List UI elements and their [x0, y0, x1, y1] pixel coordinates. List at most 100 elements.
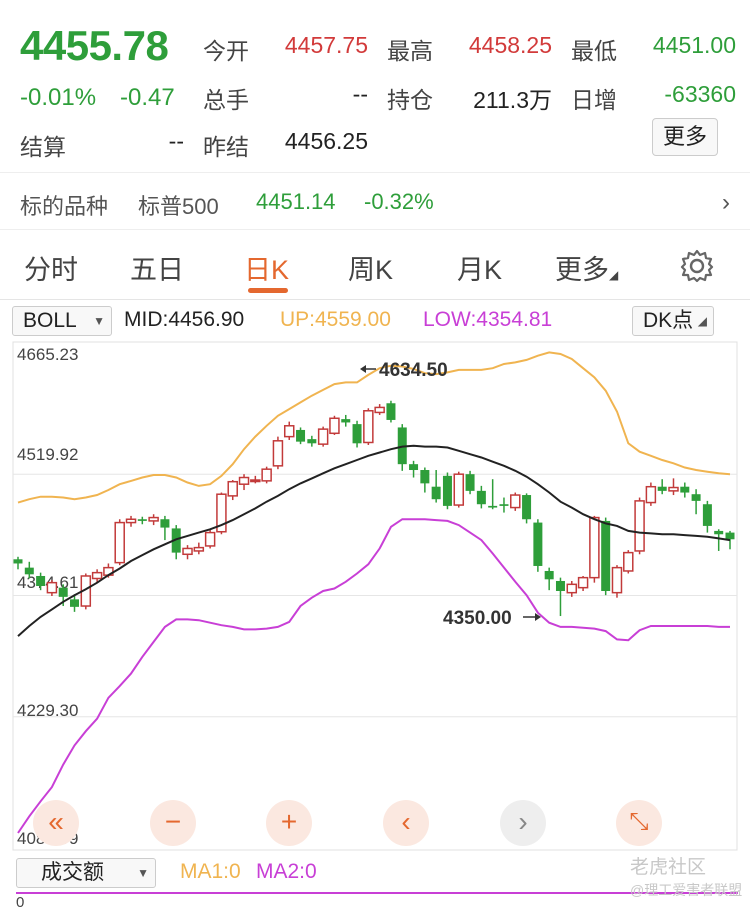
open-interest-value: 211.3万	[473, 87, 552, 113]
candle-up	[645, 485, 657, 504]
volume-value: --	[352, 81, 368, 107]
candle-up	[238, 476, 250, 485]
candle-down	[544, 570, 554, 580]
candle-down	[601, 520, 611, 592]
expand-icon[interactable]: ⤡	[616, 800, 662, 846]
candle-up	[114, 521, 125, 564]
candle-up	[148, 516, 159, 522]
boll-low-value: LOW:4354.81	[423, 308, 553, 331]
prev-settle-value: 4456.25	[284, 128, 368, 154]
dk-point-select[interactable]: DK点 ◢	[632, 306, 714, 336]
tab-more-label: 更多	[555, 255, 609, 285]
candle-down	[657, 486, 667, 491]
candle-down	[702, 504, 712, 526]
min-annotation: 4350.00	[443, 608, 541, 629]
caret-down-icon: ▼	[93, 314, 105, 328]
underlying-change: -0.32%	[364, 189, 434, 214]
candle-down	[13, 559, 23, 564]
candle-up	[566, 583, 578, 594]
candle-down	[725, 532, 735, 540]
indicator-select-value: BOLL	[23, 309, 77, 332]
chevron-right-icon[interactable]: ›	[722, 189, 730, 217]
chevron-left-icon[interactable]: ‹	[383, 800, 429, 846]
y-tick-label: 4229.30	[17, 701, 78, 720]
tab-weekly-k[interactable]: 周K	[348, 248, 393, 287]
candle-down	[386, 403, 396, 420]
prev-settle-label: 昨结	[203, 134, 249, 160]
candle-up	[204, 531, 216, 547]
double-chevron-left-icon[interactable]: «	[33, 800, 79, 846]
max-annotation: 4634.50	[360, 360, 448, 381]
candle-down	[341, 419, 351, 423]
caret-down-icon: ◢	[697, 314, 707, 328]
tab-intraday[interactable]: 分时	[24, 248, 78, 287]
candle-down	[555, 580, 565, 592]
candle-up	[272, 440, 284, 467]
candle-down	[488, 505, 498, 508]
candle-up	[577, 576, 589, 589]
candle-up	[329, 417, 340, 435]
indicator-bar: BOLL ▼ MID:4456.90 UP:4559.00 LOW:4354.81…	[0, 300, 750, 340]
underlying-label: 标的品种	[20, 194, 109, 219]
candle-up	[46, 581, 58, 594]
max-price-label: 4634.50	[379, 360, 448, 381]
candle-down	[476, 490, 486, 505]
candle-down	[296, 429, 306, 442]
candle-down	[691, 494, 701, 501]
candle-up	[510, 494, 521, 509]
plus-icon[interactable]: +	[266, 800, 312, 846]
min-price-label: 4350.00	[443, 608, 512, 629]
candle-up	[363, 410, 374, 444]
high-value: 4458.25	[468, 32, 552, 58]
candle-up	[611, 566, 623, 594]
change-percent: -0.01%	[20, 84, 97, 111]
boll-up-value: UP:4559.00	[280, 308, 391, 331]
chevron-right-icon[interactable]: ›	[500, 800, 546, 846]
period-tabs: 分时 五日 日K 周K 月K 更多◢	[0, 232, 750, 300]
caret-down-icon: ◢	[609, 268, 619, 282]
candle-up	[589, 516, 600, 579]
low-value: 4451.00	[652, 32, 736, 58]
volume-select-value: 成交额	[41, 861, 104, 884]
candle-up	[283, 425, 295, 438]
tab-five-day[interactable]: 五日	[130, 248, 184, 287]
high-label: 最高	[387, 38, 433, 64]
candle-up	[374, 406, 385, 414]
tab-monthly-k[interactable]: 月K	[457, 248, 502, 287]
kline-chart[interactable]: 4665.23 4519.92 4374.61 4229.30 4083.99 …	[0, 340, 750, 852]
candle-up	[193, 546, 205, 552]
tab-daily-k[interactable]: 日K	[244, 248, 289, 287]
watermark-logo: 老虎社区	[630, 857, 707, 878]
candle-down	[137, 519, 147, 521]
chart-gridlines	[13, 473, 737, 718]
open-interest-label: 持仓	[387, 87, 433, 113]
candle-up	[125, 518, 137, 524]
y-tick-label: 4665.23	[17, 345, 78, 364]
candle-down	[307, 439, 317, 444]
volume-label: 总手	[203, 87, 249, 113]
tab-more[interactable]: 更多◢	[555, 248, 618, 287]
candle-down	[522, 495, 532, 520]
candle-down	[714, 530, 724, 535]
underlying-row[interactable]: 标的品种 标普500 4451.14 -0.32% ›	[0, 172, 750, 230]
caret-down-icon: ▼	[137, 866, 149, 880]
volume-select[interactable]: 成交额 ▼	[16, 858, 156, 888]
candle-down	[352, 424, 362, 444]
candle-up	[227, 480, 238, 497]
gear-icon[interactable]	[679, 248, 715, 284]
candle-down	[70, 599, 80, 607]
indicator-select[interactable]: BOLL ▼	[12, 306, 112, 336]
watermark-handle: @理工爱害者联盟	[630, 882, 743, 898]
candle-down	[499, 504, 509, 506]
more-button[interactable]: 更多	[652, 118, 718, 156]
minus-icon[interactable]: −	[150, 800, 196, 846]
candle-up	[623, 551, 634, 572]
quote-panel: 4455.78 -0.01% -0.47 今开 4457.75 最高 4458.…	[0, 0, 750, 170]
candle-down	[58, 587, 68, 597]
open-label: 今开	[203, 38, 249, 64]
y-tick-label: 4519.92	[17, 445, 78, 464]
open-value: 4457.75	[284, 32, 368, 58]
daily-increase-label: 日增	[571, 87, 617, 113]
candle-up	[261, 468, 272, 482]
candle-up	[317, 428, 329, 445]
